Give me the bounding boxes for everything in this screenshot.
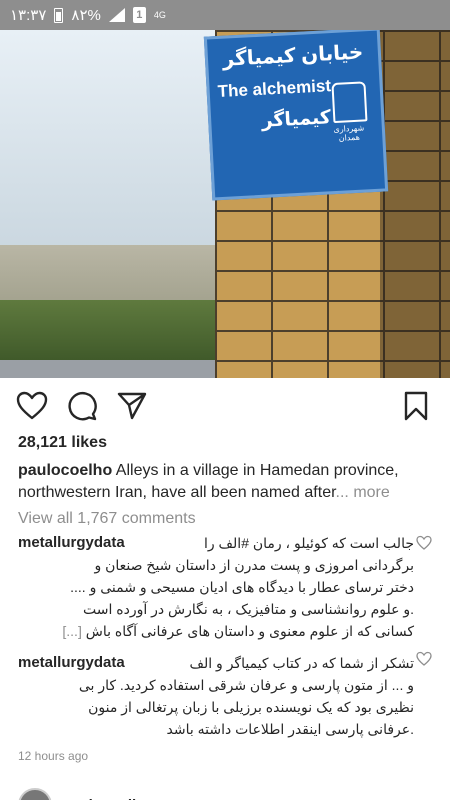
next-post-username[interactable]: paulocoelho bbox=[62, 797, 150, 800]
caption-username[interactable]: paulocoelho bbox=[18, 462, 112, 479]
status-left: ۱۳:۳۷ ۸۲% 1 4G bbox=[10, 6, 166, 24]
comment-1-first-line: جالب است که کوئیلو ، رمان #الف را bbox=[204, 535, 414, 551]
photo-trees bbox=[0, 300, 230, 360]
comment-1-line-2: دختر ترسای عطار با دیدگاه های ادیان مسیح… bbox=[70, 579, 414, 595]
signal-icon bbox=[108, 8, 125, 22]
post-caption: paulocoelho Alleys in a village in Hamed… bbox=[18, 460, 438, 504]
photo-sky bbox=[0, 30, 230, 260]
view-all-comments-link[interactable]: View all 1,767 comments bbox=[18, 510, 196, 528]
comment-2-header: metallurgydata تشکر از شما که در کتاب کی… bbox=[18, 652, 414, 674]
comment-1: metallurgydata جالب است که کوئیلو ، رمان… bbox=[18, 532, 414, 642]
comment-1-username[interactable]: metallurgydata bbox=[18, 532, 125, 554]
photo-wall-shadow bbox=[380, 30, 450, 378]
post-photo[interactable]: خیابان کیمیاگر The alchemist کیمیاگر شهر… bbox=[0, 30, 450, 378]
share-send-icon[interactable] bbox=[116, 390, 148, 422]
likes-count[interactable]: 28,121 likes bbox=[18, 434, 107, 452]
comment-1-line-1: برگردانی امروزی و پست مدرن از داستان شیخ… bbox=[94, 557, 414, 573]
network-type: 4G bbox=[153, 9, 166, 20]
municipality-emblem-icon bbox=[331, 81, 368, 124]
comment-2-first-line: تشکر از شما که در کتاب کیمیاگر و الف bbox=[189, 655, 414, 671]
sign-emblem-caption: شهرداری همدان bbox=[333, 123, 365, 143]
sign-farsi-top: خیابان کیمیاگر bbox=[222, 41, 364, 71]
comment-2-username[interactable]: metallurgydata bbox=[18, 652, 125, 674]
caption-more-link[interactable]: ... more bbox=[336, 484, 390, 501]
comment-2: metallurgydata تشکر از شما که در کتاب کی… bbox=[18, 652, 414, 740]
next-post-avatar[interactable] bbox=[18, 788, 52, 800]
comment-1-like-heart-icon[interactable] bbox=[416, 535, 432, 551]
comment-2-like-heart-icon[interactable] bbox=[416, 651, 432, 667]
sim-icon: 1 bbox=[132, 7, 146, 23]
comment-1-line-4-wrap: کسانی که از علوم معنوی و داستان های عرفا… bbox=[18, 620, 414, 642]
comment-1-line-4: کسانی که از علوم معنوی و داستان های عرفا… bbox=[85, 623, 414, 639]
next-post-header[interactable]: paulocoelho bbox=[18, 788, 150, 800]
comment-bubble-icon[interactable] bbox=[66, 390, 98, 422]
battery-level: ۸۲% bbox=[71, 7, 101, 24]
battery-icon bbox=[54, 7, 64, 23]
comment-2-line-1: و ... از متون پارسی و عرفان شرقی استفاده… bbox=[78, 677, 414, 693]
like-heart-icon[interactable] bbox=[16, 390, 48, 422]
comment-2-line-2: نظیری بود که یک نویسنده برزیلی با زبان پ… bbox=[88, 699, 414, 715]
comment-1-expand-link[interactable]: [...] bbox=[62, 623, 81, 639]
comment-1-line-3: .و علوم روانشناسی و متافیزیک ، به نگارش … bbox=[83, 601, 414, 617]
comment-1-header: metallurgydata جالب است که کوئیلو ، رمان… bbox=[18, 532, 414, 554]
status-bar: ۱۳:۳۷ ۸۲% 1 4G bbox=[0, 0, 450, 30]
post-timestamp: 12 hours ago bbox=[18, 749, 89, 763]
bookmark-save-icon[interactable] bbox=[400, 390, 432, 422]
comment-2-line-3: .عرفانی پارسی اینقدر اطلاعات داشته باشد bbox=[166, 721, 414, 737]
photo-railing bbox=[0, 360, 230, 378]
street-sign: خیابان کیمیاگر The alchemist کیمیاگر شهر… bbox=[203, 30, 389, 201]
post-action-bar bbox=[0, 384, 450, 428]
status-time: ۱۳:۳۷ bbox=[10, 7, 47, 24]
